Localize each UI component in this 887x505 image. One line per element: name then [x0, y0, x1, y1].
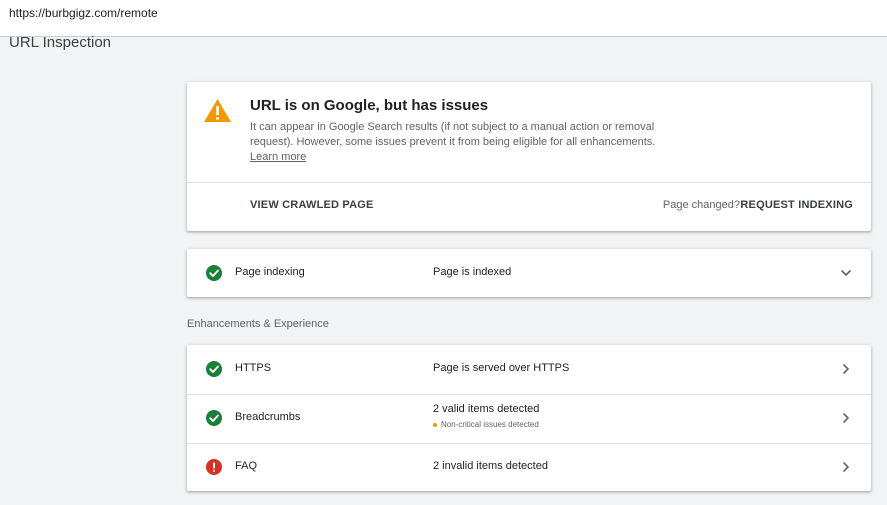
- address-bar[interactable]: https://burbgigz.com/remote: [0, 0, 887, 37]
- enhancement-label: HTTPS: [235, 362, 272, 374]
- verdict-card: URL is on Google, but has issues It can …: [187, 82, 871, 231]
- chevron-right-icon[interactable]: [839, 460, 853, 474]
- page-indexing-status: Page is indexed: [433, 266, 512, 278]
- enhancement-label: Breadcrumbs: [235, 411, 301, 423]
- section-header: Enhancements & Experience: [187, 318, 329, 330]
- enhancement-row-breadcrumbs[interactable]: Breadcrumbs 2 valid items detected Non-c…: [187, 394, 871, 443]
- page-changed-label: Page changed?: [662, 199, 740, 211]
- non-critical-note: Non-critical issues detected: [433, 420, 539, 429]
- view-crawled-page-button[interactable]: VIEW CRAWLED PAGE: [250, 199, 374, 211]
- enhancement-status: 2 invalid items detected: [433, 460, 548, 472]
- enhancement-status: Page is served over HTTPS: [433, 362, 570, 374]
- verdict-description-text: It can appear in Google Search results (…: [250, 121, 656, 148]
- chevron-right-icon[interactable]: [839, 411, 853, 425]
- page-indexing-card[interactable]: Page indexing Page is indexed: [187, 249, 871, 297]
- non-critical-text: Non-critical issues detected: [441, 420, 539, 429]
- enhancement-row-https[interactable]: HTTPS Page is served over HTTPS: [187, 345, 871, 394]
- verdict-title: URL is on Google, but has issues: [250, 97, 489, 114]
- enhancement-status: 2 valid items detected: [433, 403, 540, 415]
- learn-more-link[interactable]: Learn more: [250, 150, 680, 165]
- verdict-description: It can appear in Google Search results (…: [250, 120, 680, 165]
- warning-icon: [204, 99, 231, 122]
- url-text[interactable]: https://burbgigz.com/remote: [9, 6, 158, 20]
- enhancement-row-faq[interactable]: FAQ 2 invalid items detected: [187, 443, 871, 491]
- page-title: URL Inspection: [9, 34, 111, 51]
- check-circle-icon: [206, 361, 222, 377]
- divider: [187, 182, 871, 183]
- chevron-down-icon[interactable]: [839, 266, 853, 280]
- page-indexing-label: Page indexing: [235, 266, 305, 278]
- enhancements-card: HTTPS Page is served over HTTPS Breadcru…: [187, 345, 871, 491]
- warning-dot-icon: [433, 422, 437, 427]
- chevron-right-icon[interactable]: [839, 362, 853, 376]
- enhancement-label: FAQ: [235, 460, 258, 472]
- error-circle-icon: [206, 459, 222, 475]
- request-indexing-button[interactable]: REQUEST INDEXING: [740, 199, 853, 211]
- check-circle-icon: [206, 410, 222, 426]
- check-circle-icon: [206, 265, 222, 281]
